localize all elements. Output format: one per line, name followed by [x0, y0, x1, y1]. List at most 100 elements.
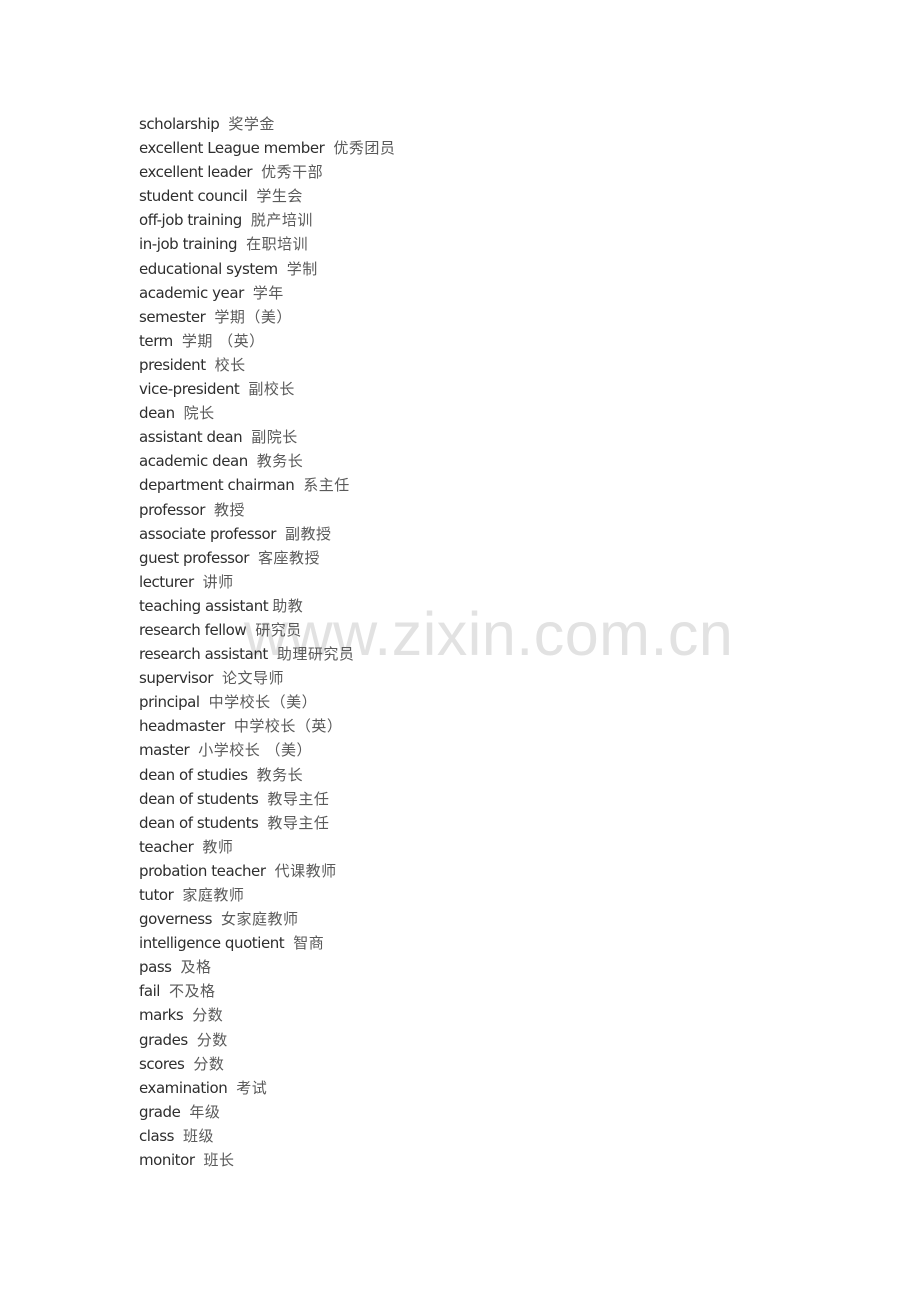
chinese-translation: 及格: [180, 958, 212, 977]
vocabulary-entry: dean of students 教导主任: [139, 812, 395, 836]
vocabulary-entry: excellent League member 优秀团员: [139, 137, 395, 161]
english-term: dean of students: [139, 789, 259, 808]
english-term: supervisor: [139, 669, 213, 688]
chinese-translation: 教务长: [256, 765, 304, 784]
chinese-translation: 班级: [183, 1126, 215, 1145]
chinese-translation: 校长: [214, 355, 246, 374]
chinese-translation: 不及格: [169, 982, 216, 1001]
vocabulary-entry: in-job training 在职培训: [139, 233, 395, 257]
english-term: fail: [139, 982, 161, 1001]
vocabulary-entry: class 班级: [139, 1125, 395, 1149]
english-term: headmaster: [139, 717, 225, 736]
vocabulary-entry: grades 分数: [139, 1029, 395, 1053]
chinese-translation: 班长: [203, 1151, 235, 1170]
chinese-translation: 代课教师: [274, 861, 337, 880]
vocabulary-entry: governess 女家庭教师: [139, 908, 395, 932]
chinese-translation: 研究员: [255, 620, 302, 639]
vocabulary-entry: assistant dean 副院长: [139, 426, 395, 450]
chinese-translation: 优秀干部: [261, 163, 324, 182]
chinese-translation: 分数: [193, 1054, 225, 1073]
vocabulary-entry: supervisor 论文导师: [139, 667, 395, 691]
chinese-translation: 教导主任: [267, 813, 330, 832]
english-term: educational system: [139, 259, 278, 278]
vocabulary-entry: semester 学期（美）: [139, 306, 395, 330]
chinese-translation: 教导主任: [267, 789, 330, 808]
chinese-translation: 助理研究员: [276, 645, 355, 664]
vocabulary-entry: teacher 教师: [139, 836, 395, 860]
vocabulary-entry: academic year 学年: [139, 282, 395, 306]
vocabulary-entry: grade 年级: [139, 1101, 395, 1125]
english-term: probation teacher: [139, 861, 266, 880]
english-term: grade: [139, 1102, 181, 1121]
english-term: teacher: [139, 837, 194, 856]
vocabulary-entry: research assistant 助理研究员: [139, 643, 395, 667]
chinese-translation: 脱产培训: [250, 211, 313, 230]
english-term: student council: [139, 187, 248, 206]
chinese-translation: 学年: [252, 283, 284, 302]
vocabulary-entry: examination 考试: [139, 1077, 395, 1101]
vocabulary-entry: marks 分数: [139, 1004, 395, 1028]
vocabulary-entry: student council 学生会: [139, 185, 395, 209]
chinese-translation: 优秀团员: [333, 139, 396, 158]
vocabulary-entry: president 校长: [139, 354, 395, 378]
vocabulary-entry: professor 教授: [139, 499, 395, 523]
chinese-translation: 客座教授: [258, 548, 321, 567]
chinese-translation: 女家庭教师: [221, 910, 299, 929]
english-term: semester: [139, 307, 206, 326]
chinese-translation: 中学校长（美）: [208, 693, 318, 712]
english-term: associate professor: [139, 524, 276, 543]
chinese-translation: 论文导师: [221, 669, 284, 688]
chinese-translation: 副院长: [251, 428, 298, 447]
english-term: dean of students: [139, 813, 259, 832]
english-term: term: [139, 331, 173, 350]
chinese-translation: 家庭教师: [182, 886, 245, 904]
english-term: master: [139, 741, 190, 760]
chinese-translation: 年级: [189, 1102, 221, 1121]
english-term: excellent leader: [139, 163, 253, 182]
chinese-translation: 中学校长（英）: [233, 717, 343, 736]
english-term: marks: [139, 1006, 184, 1025]
chinese-translation: 分数: [196, 1030, 228, 1049]
vocabulary-entry: excellent leader 优秀干部: [139, 161, 395, 185]
english-term: academic year: [139, 283, 244, 302]
vocabulary-entry: dean of students 教导主任: [139, 788, 395, 812]
english-term: guest professor: [139, 548, 249, 567]
english-term: in-job training: [139, 235, 238, 254]
vocabulary-entry: guest professor 客座教授: [139, 547, 395, 571]
english-term: dean: [139, 404, 175, 423]
chinese-translation: 学制: [286, 259, 318, 278]
vocabulary-entry: academic dean 教务长: [139, 450, 395, 474]
vocabulary-entry: off-job training 脱产培训: [139, 209, 395, 233]
chinese-translation: 智商: [293, 934, 325, 953]
chinese-translation: 学期 （英）: [181, 331, 265, 350]
chinese-translation: 助教: [272, 596, 304, 615]
vocabulary-entry: dean of studies 教务长: [139, 764, 395, 788]
chinese-translation: 考试: [236, 1078, 268, 1097]
vocabulary-entry: vice-president 副校长: [139, 378, 395, 402]
chinese-translation: 讲师: [202, 572, 234, 591]
english-term: examination: [139, 1078, 228, 1097]
vocabulary-entry: fail 不及格: [139, 980, 395, 1004]
english-term: teaching assistant: [139, 596, 269, 615]
english-term: pass: [139, 958, 172, 977]
vocabulary-entry: teaching assistant 助教: [139, 595, 395, 619]
vocabulary-entry: headmaster 中学校长（英）: [139, 715, 395, 739]
vocabulary-entry: associate professor 副教授: [139, 523, 395, 547]
vocabulary-entry: lecturer 讲师: [139, 571, 395, 595]
vocabulary-entry: pass 及格: [139, 956, 395, 980]
vocabulary-entry: scores 分数: [139, 1053, 395, 1077]
chinese-translation: 教务长: [256, 452, 304, 471]
english-term: excellent League member: [139, 139, 325, 158]
vocabulary-list: scholarship 奖学金 excellent League member 优秀团…: [139, 113, 395, 1173]
english-term: off-job training: [139, 211, 242, 230]
chinese-translation: 在职培训: [246, 235, 309, 254]
english-term: scholarship: [139, 115, 220, 133]
chinese-translation: 院长: [183, 404, 215, 423]
vocabulary-entry: probation teacher 代课教师: [139, 860, 395, 884]
chinese-translation: 副教授: [284, 524, 332, 543]
vocabulary-entry: educational system 学制: [139, 258, 395, 282]
vocabulary-entry: intelligence quotient 智商: [139, 932, 395, 956]
chinese-translation: 奖学金: [228, 115, 275, 133]
vocabulary-entry: research fellow 研究员: [139, 619, 395, 643]
english-term: department chairman: [139, 476, 295, 495]
